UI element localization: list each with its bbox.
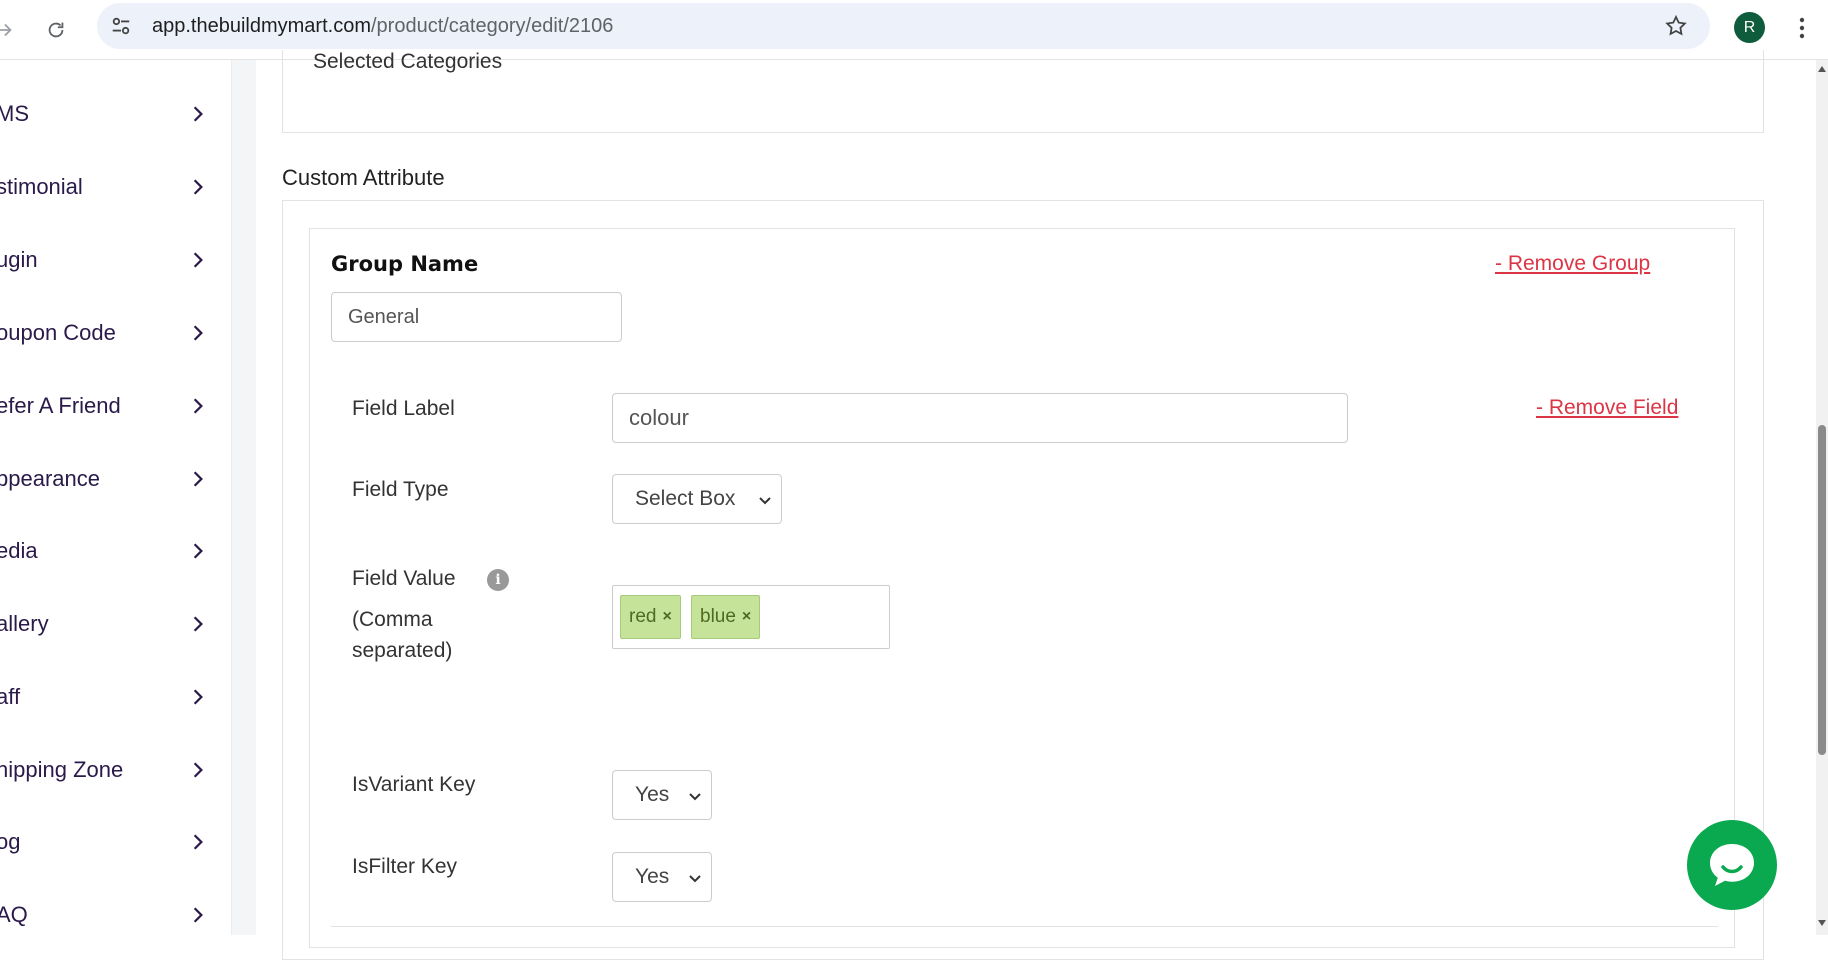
sidebar-item-faq[interactable]: AQ (0, 890, 232, 940)
sidebar-item-staff[interactable]: aff (0, 672, 232, 722)
chevron-right-icon (193, 179, 203, 195)
remove-tag-icon[interactable]: × (662, 608, 671, 626)
chevron-right-icon (193, 762, 203, 778)
chevron-right-icon (193, 398, 203, 414)
sidebar-item-label: oupon Code (0, 320, 116, 345)
site-settings-icon[interactable] (109, 14, 133, 38)
sidebar-item-label: AQ (0, 902, 28, 927)
sidebar-item-shipping-zone[interactable]: hipping Zone (0, 745, 232, 795)
group-divider (331, 926, 1718, 927)
info-icon[interactable]: i (487, 569, 509, 591)
selected-categories-card: Selected Categories (282, 50, 1764, 133)
chevron-down-icon (689, 793, 701, 801)
sidebar-item-label: stimonial (0, 174, 83, 199)
sidebar-item-blog[interactable]: og (0, 817, 232, 867)
chevron-right-icon (193, 689, 203, 705)
field-label-label: Field Label (352, 397, 455, 420)
sidebar-item-testimonial[interactable]: stimonial (0, 162, 232, 212)
is-filter-key-value: Yes (635, 865, 670, 888)
chat-widget-button[interactable] (1687, 820, 1777, 910)
chevron-right-icon (193, 252, 203, 268)
sidebar-item-label: allery (0, 611, 49, 636)
chevron-right-icon (193, 471, 203, 487)
sidebar-item-coupon-code[interactable]: oupon Code (0, 308, 232, 358)
chevron-right-icon (193, 325, 203, 341)
url-text[interactable]: app.thebuildmymart.com/product/category/… (152, 15, 613, 38)
scroll-up-arrow-icon[interactable] (1818, 66, 1826, 72)
sidebar-item-media[interactable]: edia (0, 526, 232, 576)
section-title: Custom Attribute (282, 165, 445, 190)
chevron-right-icon (193, 907, 203, 923)
chevron-right-icon (193, 106, 203, 122)
sidebar-item-refer-a-friend[interactable]: efer A Friend (0, 381, 232, 431)
sidebar-item-label: ppearance (0, 466, 100, 491)
forward-icon[interactable] (0, 12, 22, 48)
field-type-select[interactable]: Select Box (612, 474, 782, 524)
field-value-hint-line2: separated) (352, 639, 453, 662)
chevron-right-icon (193, 543, 203, 559)
remove-tag-icon[interactable]: × (742, 608, 751, 626)
group-name-label: Group Name (331, 252, 479, 276)
is-variant-key-select[interactable]: Yes (612, 770, 712, 820)
scroll-down-arrow-icon[interactable] (1818, 920, 1826, 926)
selected-categories-label: Selected Categories (313, 50, 503, 73)
field-value-tags-input[interactable]: red × blue × (612, 585, 890, 649)
main-content: Selected Categories Custom Attribute Gro… (256, 50, 1816, 960)
field-type-value: Select Box (635, 487, 736, 510)
chevron-right-icon (193, 834, 203, 850)
sidebar-item-label: hipping Zone (0, 757, 124, 782)
sidebar-item-label: ugin (0, 247, 38, 272)
scrollbar-thumb[interactable] (1818, 425, 1826, 755)
chevron-right-icon (193, 616, 203, 632)
sidebar-item-label: MS (0, 101, 29, 126)
browser-menu-icon[interactable] (1790, 12, 1814, 44)
chevron-down-icon (689, 875, 701, 883)
is-filter-key-label: IsFilter Key (352, 855, 458, 878)
sidebar-item-appearance[interactable]: ppearance (0, 454, 232, 504)
chevron-down-icon (759, 497, 771, 505)
remove-group-link[interactable]: - Remove Group (1495, 252, 1650, 276)
reload-icon[interactable] (38, 12, 74, 48)
field-label-input[interactable] (612, 393, 1348, 443)
is-variant-key-label: IsVariant Key (352, 773, 476, 796)
sidebar-item-plugin[interactable]: ugin (0, 235, 232, 285)
sidebar-item-cms[interactable]: MS (0, 89, 232, 139)
group-name-input[interactable] (331, 292, 622, 342)
is-filter-key-select[interactable]: Yes (612, 852, 712, 902)
chat-bubble-icon (1710, 844, 1754, 886)
field-value-label: Field Value (352, 567, 456, 590)
tag-label: blue (700, 606, 736, 627)
tag-label: red (629, 606, 657, 627)
url-path: /product/category/edit/2106 (370, 15, 614, 37)
sidebar-item-label: efer A Friend (0, 393, 121, 418)
tag-chip: red × (620, 595, 681, 639)
sidebar-item-label: aff (0, 684, 21, 709)
tag-chip: blue × (691, 595, 761, 639)
profile-avatar[interactable]: R (1734, 12, 1765, 43)
sidebar: MS stimonial ugin oupon Code efer A Frie… (0, 60, 232, 935)
field-type-label: Field Type (352, 478, 449, 501)
bookmark-star-icon[interactable] (1664, 14, 1688, 38)
url-host: app.thebuildmymart.com (152, 15, 371, 37)
content-gutter (232, 60, 256, 935)
field-value-hint-line1: (Comma (352, 608, 433, 631)
sidebar-item-label: edia (0, 538, 38, 563)
address-bar[interactable]: app.thebuildmymart.com/product/category/… (97, 3, 1710, 49)
remove-field-link[interactable]: - Remove Field (1536, 396, 1678, 420)
sidebar-item-gallery[interactable]: allery (0, 599, 232, 649)
sidebar-item-label: og (0, 829, 21, 854)
is-variant-key-value: Yes (635, 783, 670, 806)
